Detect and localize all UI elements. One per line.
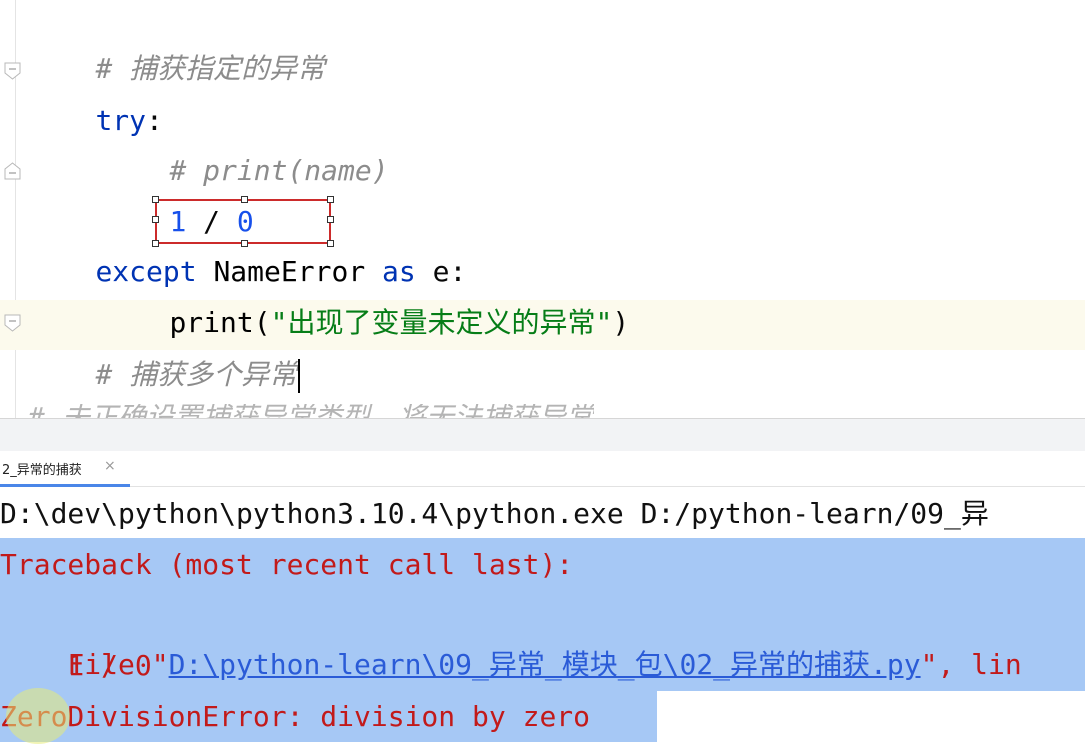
resize-handle[interactable] — [152, 240, 159, 247]
console-command-line[interactable]: D:\dev\python\python3.10.4\python.exe D:… — [0, 489, 989, 539]
file-path-link[interactable]: D:\python-learn\09_异常_模块_包\02_异常的捕获.py — [169, 648, 921, 681]
partially-visible-comment: # 未正确设置捕获异常类型，将无法捕获异常 — [28, 404, 594, 418]
fold-end-icon[interactable] — [3, 162, 22, 180]
code-line-division[interactable]: 1 / 0 — [102, 147, 253, 238]
resize-handle[interactable] — [152, 216, 159, 223]
run-tab-label: 2_异常的捕获 — [2, 463, 82, 478]
file-suffix: ", lin — [920, 648, 1022, 681]
code-line-comment[interactable]: # 捕获指定的异常 — [28, 0, 325, 85]
resize-handle[interactable] — [241, 240, 248, 247]
console-file-line[interactable]: File "D:\python-learn\09_异常_模块_包\02_异常的捕… — [0, 590, 1021, 681]
run-tab[interactable]: 2_异常的捕获 × — [0, 451, 130, 487]
code-line-comment-print[interactable]: # print(name) — [102, 96, 388, 187]
resize-handle[interactable] — [327, 216, 334, 223]
run-panel-header — [0, 418, 1085, 453]
close-icon[interactable]: × — [104, 458, 116, 474]
fold-open-icon[interactable] — [3, 314, 22, 332]
code-editor[interactable]: # 捕获指定的异常 try: # print(name) 1 / 0 excep… — [0, 0, 1085, 418]
resize-handle[interactable] — [327, 196, 334, 203]
resize-handle[interactable] — [152, 196, 159, 203]
console-traceback-line[interactable]: Traceback (most recent call last): — [0, 540, 573, 590]
string-literal: "出现了变量未定义的异常" — [270, 306, 613, 339]
text-caret — [298, 359, 301, 393]
resize-handle[interactable] — [327, 240, 334, 247]
mouse-cursor-highlight — [6, 688, 70, 744]
fold-open-icon[interactable] — [3, 62, 22, 80]
paren-close: ) — [612, 306, 630, 339]
tab-strip — [130, 451, 1085, 487]
code-line-print[interactable]: print("出现了变量未定义的异常") — [102, 248, 629, 339]
console-error-line[interactable]: ZeroDivisionError: division by zero — [0, 692, 590, 742]
console-code-line[interactable]: 1 / 0 — [0, 641, 151, 691]
code-line-try[interactable]: try: — [28, 46, 162, 137]
code-line-comment-multiple[interactable]: # 捕获多个异常 — [28, 300, 301, 393]
comment-text: # 捕获多个异常 — [95, 358, 298, 391]
annotation-highlight-box — [152, 196, 334, 247]
resize-handle[interactable] — [241, 196, 248, 203]
